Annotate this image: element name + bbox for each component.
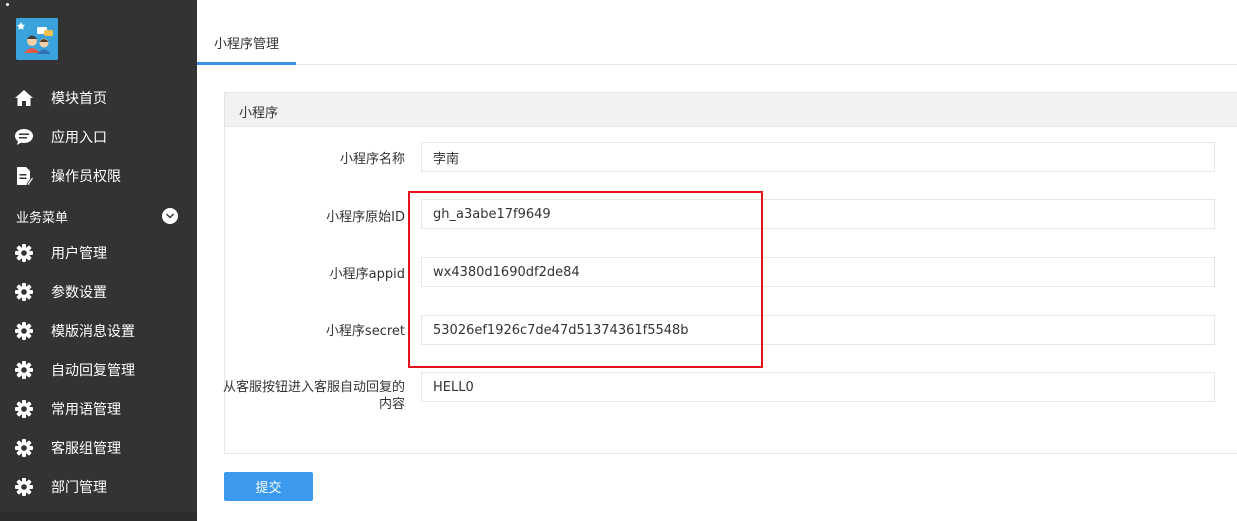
mini-program-name-label: 小程序名称: [339, 152, 405, 167]
sidebar-item-label: 模版消息设置: [51, 324, 135, 340]
sidebar-item-label: 常用语管理: [51, 402, 121, 418]
sidebar-item-template-message-settings[interactable]: 模版消息设置: [0, 314, 197, 348]
gear-icon: [13, 242, 35, 264]
logo-dot: [6, 3, 9, 6]
sidebar-item-label: 参数设置: [51, 285, 107, 301]
app-logo-icon: [16, 18, 58, 60]
auto-reply-content-label: 从客服按钮进入客服自动回复的内容: [222, 380, 405, 412]
sidebar-item-common-phrases-management[interactable]: 常用语管理: [0, 392, 197, 426]
sidebar-item-app-entry[interactable]: 应用入口: [0, 120, 197, 154]
gear-icon: [13, 320, 35, 342]
submit-button[interactable]: 提交: [224, 472, 313, 501]
sidebar-item-label: 部门管理: [51, 480, 107, 496]
sidebar-item-label: 应用入口: [51, 130, 107, 146]
document-edit-icon: [13, 165, 35, 187]
app-root: 模块首页 应用入口 操作员权限 业务菜单 用户管理 参数设置 模版消息设置 自动…: [0, 0, 1237, 521]
sidebar-item-parameter-settings[interactable]: 参数设置: [0, 275, 197, 309]
mini-program-appid-input[interactable]: [421, 257, 1215, 287]
chevron-down-icon[interactable]: [162, 208, 178, 224]
gear-icon: [13, 281, 35, 303]
sidebar-item-user-management[interactable]: 用户管理: [0, 236, 197, 270]
sidebar-item-auto-reply-management[interactable]: 自动回复管理: [0, 353, 197, 387]
tab-bar: 小程序管理: [197, 22, 1237, 65]
sidebar-item-label: 模块首页: [51, 91, 107, 107]
chat-icon: [13, 126, 35, 148]
panel-header: 小程序: [225, 93, 1237, 127]
sidebar-item-operator-permissions[interactable]: 操作员权限: [0, 159, 197, 193]
gear-icon: [13, 359, 35, 381]
sidebar-item-label: 用户管理: [51, 246, 107, 262]
mini-program-name-input[interactable]: [421, 142, 1215, 172]
main-content: 小程序管理 小程序 小程序名称 小程序原始ID 小程序appid 小程序secr…: [197, 0, 1237, 521]
auto-reply-content-input[interactable]: [421, 372, 1215, 402]
panel-title: 小程序: [239, 106, 279, 121]
gear-icon: [13, 476, 35, 498]
tab-mini-program-management[interactable]: 小程序管理: [197, 22, 296, 65]
sidebar-item-label: 操作员权限: [51, 169, 121, 185]
app-logo[interactable]: [16, 18, 58, 60]
mini-program-original-id-label: 小程序原始ID: [326, 210, 405, 225]
home-icon: [13, 87, 35, 109]
sidebar-item-label: 客服组管理: [51, 441, 121, 457]
mini-program-secret-label: 小程序secret: [325, 324, 405, 339]
sidebar-item-service-group-management[interactable]: 客服组管理: [0, 431, 197, 465]
mini-program-secret-input[interactable]: [421, 315, 1215, 345]
gear-icon: [13, 398, 35, 420]
sidebar-item-department-management[interactable]: 部门管理: [0, 470, 197, 504]
mini-program-original-id-input[interactable]: [421, 199, 1215, 229]
sidebar: 模块首页 应用入口 操作员权限 业务菜单 用户管理 参数设置 模版消息设置 自动…: [0, 0, 197, 521]
sidebar-item-home[interactable]: 模块首页: [0, 81, 197, 115]
mini-program-appid-label: 小程序appid: [329, 267, 405, 282]
gear-icon: [13, 437, 35, 459]
sidebar-overflow-edge: [0, 512, 197, 521]
sidebar-item-label: 自动回复管理: [51, 363, 135, 379]
sidebar-group-label: 业务菜单: [16, 211, 69, 226]
